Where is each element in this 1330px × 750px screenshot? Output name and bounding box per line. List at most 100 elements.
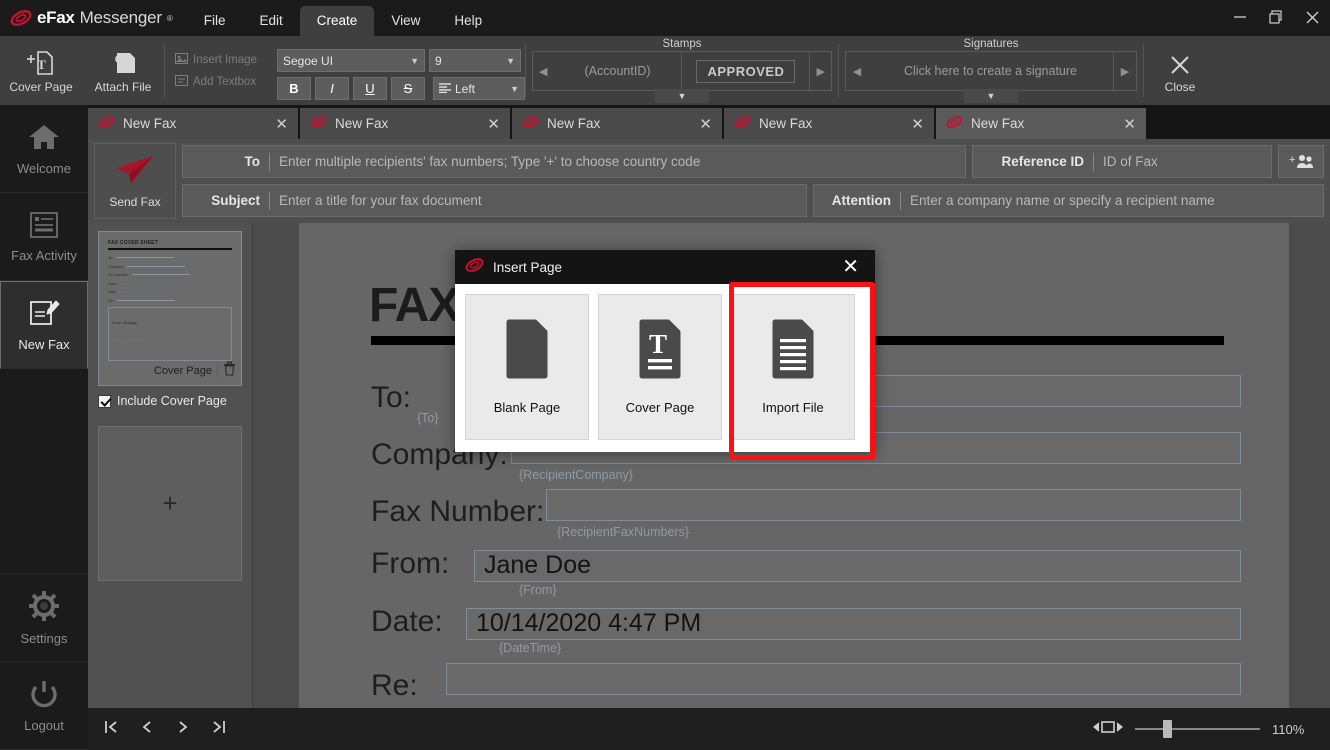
send-fax-button[interactable]: Send Fax bbox=[94, 143, 176, 219]
to-field[interactable]: To Enter multiple recipients' fax number… bbox=[182, 145, 966, 178]
bottom-toolbar: 110% bbox=[88, 708, 1330, 750]
doc-hint-to: {To} bbox=[417, 411, 439, 425]
tab-new-fax-3[interactable]: New Fax ✕ bbox=[512, 108, 722, 139]
insert-image-button[interactable]: Insert Image bbox=[175, 53, 267, 67]
zoom-slider[interactable] bbox=[1135, 728, 1260, 730]
tab-close-icon[interactable]: ✕ bbox=[911, 115, 924, 133]
last-page-icon[interactable] bbox=[212, 719, 226, 739]
thumbnail-message-label: Cover Message bbox=[112, 321, 137, 325]
tab-close-icon[interactable]: ✕ bbox=[1123, 115, 1136, 133]
close-icon[interactable] bbox=[1294, 0, 1330, 34]
attach-file-button[interactable]: Attach File bbox=[82, 36, 164, 105]
doc-input-re[interactable] bbox=[446, 663, 1241, 695]
add-page-placeholder[interactable]: + bbox=[98, 426, 242, 581]
textbox-icon bbox=[175, 75, 188, 89]
menu-view[interactable]: View bbox=[374, 6, 437, 36]
font-family-select[interactable]: Segoe UI ▼ bbox=[277, 49, 425, 72]
tab-new-fax-2[interactable]: New Fax ✕ bbox=[300, 108, 510, 139]
subject-field[interactable]: Subject Enter a title for your fax docum… bbox=[182, 184, 807, 217]
stamp-approved[interactable]: APPROVED bbox=[682, 52, 810, 90]
strikethrough-button[interactable]: S bbox=[391, 77, 425, 100]
add-textbox-label: Add Textbox bbox=[193, 76, 256, 88]
signatures-prev-icon[interactable]: ◀ bbox=[846, 52, 868, 90]
send-arrow-icon bbox=[113, 154, 157, 191]
font-size-select[interactable]: 9 ▼ bbox=[429, 49, 521, 72]
text-format-group: Segoe UI ▼ 9 ▼ B I U S L bbox=[277, 36, 525, 105]
cover-page-icon: T bbox=[636, 319, 684, 384]
cover-page-button[interactable]: T Cover Page bbox=[0, 36, 82, 105]
include-cover-page-row[interactable]: Include Cover Page bbox=[98, 394, 242, 408]
doc-label-re: Re: bbox=[371, 669, 446, 703]
insert-page-dialog: Insert Page ✕ Blank Page T bbox=[455, 250, 875, 452]
menu-file[interactable]: File bbox=[187, 6, 243, 36]
close-ribbon-button[interactable]: Close bbox=[1144, 36, 1216, 105]
sidebar-item-welcome[interactable]: Welcome bbox=[0, 105, 88, 193]
stamps-next-icon[interactable]: ▶ bbox=[810, 52, 831, 90]
option-import-file[interactable]: Import File bbox=[731, 294, 855, 440]
menu-edit[interactable]: Edit bbox=[243, 6, 300, 36]
stamps-expand-icon[interactable]: ▼ bbox=[655, 89, 709, 103]
page-thumbnail-pane: FAX COVER SHEET To: Company: Fax Number:… bbox=[88, 223, 253, 708]
thumbnail-line-company: Company: bbox=[108, 265, 232, 269]
stamps-prev-icon[interactable]: ◀ bbox=[533, 52, 554, 90]
tab-new-fax-4[interactable]: New Fax ✕ bbox=[724, 108, 934, 139]
menu-bar: File Edit Create View Help bbox=[187, 0, 499, 36]
tab-new-fax-1[interactable]: New Fax ✕ bbox=[88, 108, 298, 139]
tab-new-fax-5[interactable]: New Fax ✕ bbox=[936, 108, 1146, 139]
font-size-value: 9 bbox=[435, 54, 442, 68]
bold-button[interactable]: B bbox=[277, 77, 311, 100]
power-icon bbox=[29, 679, 59, 712]
doc-input-faxnumber[interactable] bbox=[546, 489, 1241, 521]
attach-file-icon bbox=[108, 48, 138, 76]
title-bar: eFax Messenger ® File Edit Create View H… bbox=[0, 0, 1330, 36]
thumbnail-message-box: Cover Message Enter message here bbox=[108, 307, 232, 361]
previous-page-icon[interactable] bbox=[140, 719, 154, 739]
tab-close-icon[interactable]: ✕ bbox=[699, 115, 712, 133]
compose-icon bbox=[28, 298, 60, 331]
first-page-icon[interactable] bbox=[104, 719, 118, 739]
option-blank-page[interactable]: Blank Page bbox=[465, 294, 589, 440]
thumbnail-message-value: Enter message here bbox=[112, 339, 144, 343]
efax-swirl-icon bbox=[10, 10, 32, 26]
menu-create[interactable]: Create bbox=[300, 6, 375, 36]
signatures-title: Signatures bbox=[964, 38, 1019, 50]
dialog-close-icon[interactable]: ✕ bbox=[842, 257, 865, 277]
doc-input-from[interactable]: Jane Doe bbox=[474, 550, 1241, 582]
doc-label-date: Date: bbox=[371, 605, 466, 639]
trash-icon[interactable] bbox=[223, 361, 236, 381]
compose-row-subject: Subject Enter a title for your fax docum… bbox=[182, 184, 1324, 217]
include-cover-page-checkbox[interactable] bbox=[98, 395, 111, 408]
add-textbox-button[interactable]: Add Textbox bbox=[175, 75, 267, 89]
signatures-expand-icon[interactable]: ▼ bbox=[964, 89, 1018, 103]
restore-icon[interactable] bbox=[1258, 0, 1294, 34]
underline-button[interactable]: U bbox=[353, 77, 387, 100]
tab-close-icon[interactable]: ✕ bbox=[275, 115, 288, 133]
sidebar-item-settings[interactable]: Settings bbox=[0, 574, 88, 662]
sidebar-item-logout[interactable]: Logout bbox=[0, 662, 88, 750]
alignment-value: Left bbox=[455, 82, 475, 96]
tab-label: New Fax bbox=[971, 116, 1115, 131]
create-signature-button[interactable]: Click here to create a signature bbox=[868, 52, 1114, 90]
plus-icon: + bbox=[162, 488, 177, 519]
italic-button[interactable]: I bbox=[315, 77, 349, 100]
alignment-select[interactable]: Left ▼ bbox=[433, 77, 525, 100]
menu-help[interactable]: Help bbox=[437, 6, 499, 36]
stamp-accountid[interactable]: (AccountID) bbox=[554, 52, 683, 90]
next-page-icon[interactable] bbox=[176, 719, 190, 739]
fit-width-icon[interactable] bbox=[1093, 719, 1123, 740]
page-title: FAX bbox=[369, 278, 459, 333]
reference-id-field[interactable]: Reference ID ID of Fax bbox=[972, 145, 1272, 178]
doc-input-date[interactable]: 10/14/2020 4:47 PM bbox=[466, 608, 1241, 640]
zoom-slider-handle[interactable] bbox=[1163, 720, 1172, 738]
svg-text:+: + bbox=[1289, 154, 1295, 166]
address-book-icon[interactable]: + bbox=[1278, 145, 1324, 178]
thumbnail-cover-page[interactable]: FAX COVER SHEET To: Company: Fax Number:… bbox=[98, 231, 242, 386]
sidebar-item-fax-activity[interactable]: Fax Activity bbox=[0, 193, 88, 281]
stamp-approved-label: APPROVED bbox=[696, 60, 795, 83]
option-cover-page[interactable]: T Cover Page bbox=[598, 294, 722, 440]
sidebar-item-new-fax[interactable]: New Fax bbox=[0, 281, 88, 369]
tab-close-icon[interactable]: ✕ bbox=[487, 115, 500, 133]
minimize-icon[interactable] bbox=[1222, 0, 1258, 34]
attention-field[interactable]: Attention Enter a company name or specif… bbox=[813, 184, 1324, 217]
signatures-next-icon[interactable]: ▶ bbox=[1114, 52, 1136, 90]
